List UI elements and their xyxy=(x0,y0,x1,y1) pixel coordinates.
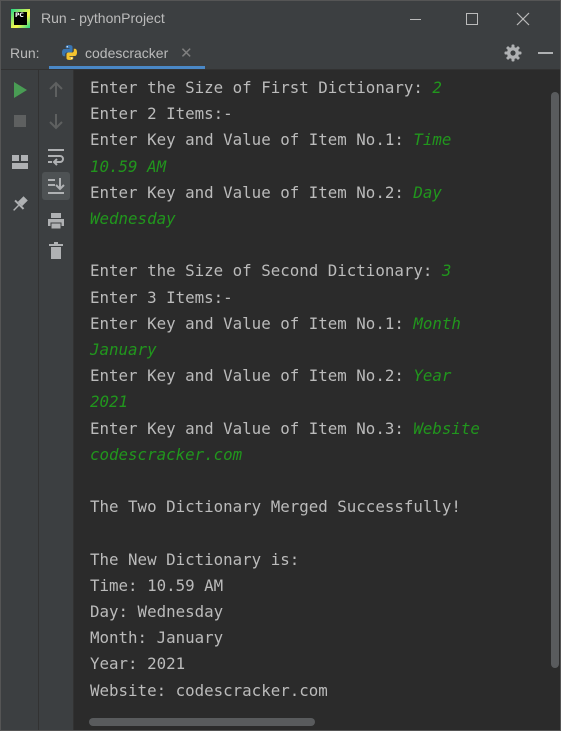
console-output-text: Year: 2021 xyxy=(90,654,186,674)
console-actions-toolbar xyxy=(39,70,74,730)
close-button[interactable] xyxy=(507,1,553,37)
console-line: Enter the Size of Second Dictionary: 3 xyxy=(90,261,451,280)
console-line: Enter 3 Items:- xyxy=(90,288,233,307)
console-output-text: Enter 3 Items:- xyxy=(90,287,233,307)
scroll-to-end-icon xyxy=(48,178,65,194)
console-output-text: Enter Key and Value of Item No.2: xyxy=(90,182,414,202)
console-user-input: Day xyxy=(413,182,442,202)
console-line: Day: Wednesday xyxy=(90,602,223,621)
console-user-input: Year xyxy=(413,366,452,386)
stop-icon[interactable] xyxy=(10,111,30,131)
minimize-button[interactable] xyxy=(393,1,439,37)
python-file-icon xyxy=(62,45,77,60)
down-arrow-icon[interactable] xyxy=(46,111,66,131)
console-line: Website: codescracker.com xyxy=(90,681,328,700)
console-output-text: The New Dictionary is: xyxy=(90,549,300,569)
print-icon[interactable] xyxy=(46,211,66,231)
run-tab-label: codescracker xyxy=(85,45,169,61)
console-user-input: January xyxy=(90,340,157,360)
console-output-text: Month: January xyxy=(90,628,224,648)
console-line: Enter Key and Value of Item No.3: Websit… xyxy=(90,419,480,438)
console-output-text: Time: 10.59 AM xyxy=(90,575,224,595)
up-arrow-icon[interactable] xyxy=(46,80,66,100)
hide-icon[interactable] xyxy=(538,52,553,54)
console-output-text: Enter the Size of First Dictionary: xyxy=(90,78,433,97)
console-line: Enter Key and Value of Item No.1: Time xyxy=(90,130,451,149)
window-title: Run - pythonProject xyxy=(41,10,165,26)
console-line: The Two Dictionary Merged Successfully! xyxy=(90,497,461,516)
console-user-input: Time xyxy=(413,130,452,150)
pycharm-run-window: PC Run - pythonProject Run: codescracker xyxy=(0,0,561,731)
console-line: Enter Key and Value of Item No.2: Day xyxy=(90,183,442,202)
maximize-icon xyxy=(466,13,478,25)
console-output-text: Enter Key and Value of Item No.1: xyxy=(90,313,414,333)
console-user-input: 2021 xyxy=(90,392,129,412)
soft-wrap-icon[interactable] xyxy=(46,146,66,166)
console-output[interactable]: Enter the Size of First Dictionary: 2 En… xyxy=(74,70,560,730)
console-line: Enter Key and Value of Item No.2: Year xyxy=(90,366,451,385)
console-line: Wednesday xyxy=(90,209,176,228)
console-output-text: Enter 2 Items:- xyxy=(90,104,233,124)
gear-icon[interactable] xyxy=(504,44,522,62)
scroll-to-end-toggle[interactable] xyxy=(42,172,70,200)
run-actions-toolbar xyxy=(1,70,39,730)
console-line: codescracker.com xyxy=(90,445,242,464)
console-line: Enter the Size of First Dictionary: 2 xyxy=(90,78,442,97)
console-output-text: Enter Key and Value of Item No.3: xyxy=(90,418,414,438)
minimize-icon xyxy=(410,19,421,20)
console-line: Month: January xyxy=(90,628,223,647)
layout-icon[interactable] xyxy=(10,152,30,172)
pycharm-logo-icon: PC xyxy=(11,9,30,28)
vertical-scrollbar[interactable] xyxy=(551,92,559,668)
console-line: Enter Key and Value of Item No.1: Month xyxy=(90,314,461,333)
console-line: Time: 10.59 AM xyxy=(90,576,223,595)
console-text: Enter the Size of First Dictionary: 2 En… xyxy=(90,75,480,704)
console-output-text: Enter Key and Value of Item No.1: xyxy=(90,130,414,150)
pin-icon[interactable] xyxy=(10,194,30,214)
console-output-text: Website: codescracker.com xyxy=(90,680,328,700)
console-line: January xyxy=(90,340,157,359)
console-user-input: codescracker.com xyxy=(90,444,243,464)
run-tool-bar: Run: codescracker ✕ xyxy=(1,37,560,70)
console-line: 2021 xyxy=(90,392,128,411)
console-line: Year: 2021 xyxy=(90,654,185,673)
run-tab-codescracker[interactable]: codescracker ✕ xyxy=(49,37,205,69)
console-line: Enter 2 Items:- xyxy=(90,104,233,123)
console-output-text: The Two Dictionary Merged Successfully! xyxy=(90,497,461,517)
console-output-text: Day: Wednesday xyxy=(90,602,224,622)
horizontal-scrollbar[interactable] xyxy=(89,718,315,726)
close-tab-icon[interactable]: ✕ xyxy=(180,44,193,62)
console-output-text: Enter the Size of Second Dictionary: xyxy=(90,261,442,281)
console-user-input: Month xyxy=(413,313,461,333)
run-label: Run: xyxy=(10,45,40,61)
console-user-input: 10.59 AM xyxy=(90,156,167,176)
maximize-button[interactable] xyxy=(449,1,495,37)
pycharm-logo-text: PC xyxy=(14,12,27,25)
console-user-input: Wednesday xyxy=(90,209,176,229)
console-user-input: 3 xyxy=(441,261,452,281)
close-icon xyxy=(516,12,530,26)
console-line: The New Dictionary is: xyxy=(90,550,299,569)
trash-icon[interactable] xyxy=(46,241,66,261)
console-user-input: Website xyxy=(413,418,480,438)
title-bar[interactable]: PC Run - pythonProject xyxy=(1,1,560,37)
run-icon[interactable] xyxy=(10,80,30,100)
console-output-text: Enter Key and Value of Item No.2: xyxy=(90,366,414,386)
console-line: 10.59 AM xyxy=(90,157,166,176)
console-user-input: 2 xyxy=(432,78,442,97)
